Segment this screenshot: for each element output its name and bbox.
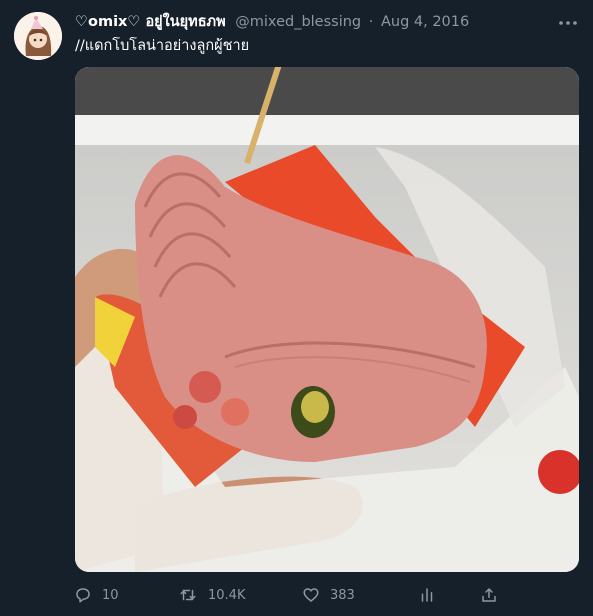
tweet-text: //แดกโบโลน่าอย่างลูกผู้ชาย [75, 38, 250, 54]
analytics-button[interactable] [418, 582, 436, 608]
retweet-arrows-icon [180, 589, 196, 601]
heart-icon [303, 588, 319, 602]
tweet-photo[interactable] [75, 67, 579, 572]
like-count: 383 [330, 587, 355, 603]
reply-bubble-icon [76, 588, 90, 603]
display-name[interactable]: ♡omix♡ อยู่ในยุทธภพ [75, 14, 226, 30]
avatar-illustration [14, 12, 62, 60]
avatar[interactable] [14, 12, 62, 60]
photo-bologna-sandwich [75, 67, 579, 572]
retweet-count: 10.4K [208, 587, 246, 603]
share-button[interactable] [480, 582, 498, 608]
share-upload-icon [482, 588, 496, 602]
reply-count: 10 [102, 587, 119, 603]
tweet-date[interactable]: Aug 4, 2016 [381, 14, 469, 30]
more-options-button[interactable] [557, 14, 579, 32]
user-handle[interactable]: @mixed_blessing [235, 14, 361, 30]
reply-button[interactable]: 10 [74, 582, 119, 608]
tweet-header: ♡omix♡ อยู่ในยุทธภพ @mixed_blessing · Au… [75, 13, 553, 32]
tweet-card: ♡omix♡ อยู่ในยุทธภพ @mixed_blessing · Au… [0, 0, 593, 616]
meta-separator: · [368, 14, 374, 30]
retweet-button[interactable]: 10.4K [178, 582, 245, 608]
like-button[interactable]: 383 [302, 582, 355, 608]
tweet-actions: 10 10.4K 383 [64, 582, 524, 608]
bar-chart-icon [421, 588, 433, 602]
more-dots-icon [559, 21, 577, 25]
